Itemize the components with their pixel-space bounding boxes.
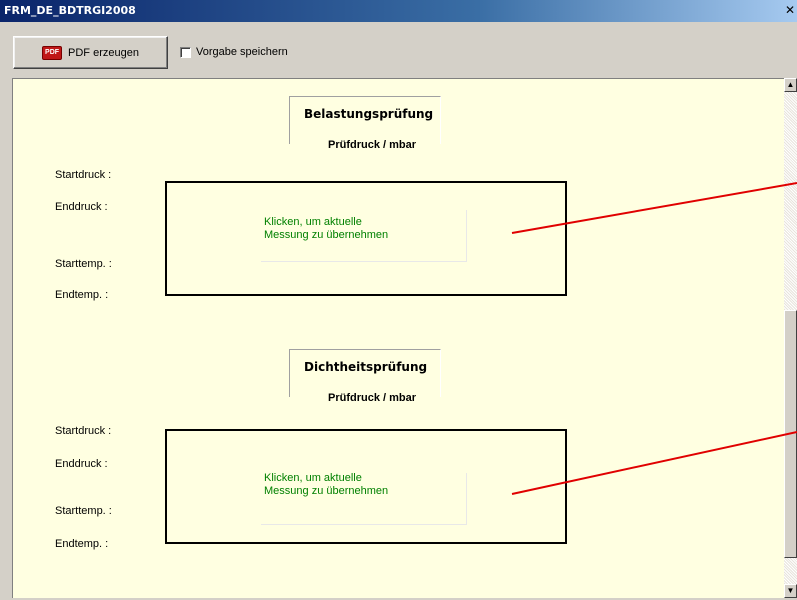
- label-enddruck: Enddruck :: [55, 458, 108, 470]
- close-icon[interactable]: ✕: [783, 2, 797, 18]
- pdf-create-button-label: PDF erzeugen: [68, 46, 139, 59]
- vertical-scrollbar[interactable]: ▲ ▼: [784, 78, 797, 598]
- scrollbar-thumb[interactable]: [784, 310, 797, 558]
- unit-label-dichtheit: Prüfdruck / mbar: [328, 392, 417, 404]
- measurement-hint-line1: Klicken, um aktuelle: [264, 472, 362, 484]
- section-title-belastung: Belastungsprüfung: [304, 107, 434, 121]
- measurement-box-dichtheit[interactable]: Klicken, um aktuelle Messung zu übernehm…: [165, 429, 567, 544]
- section-title-dichtheit: Dichtheitsprüfung: [304, 360, 428, 374]
- toolbar: PDF PDF erzeugen Vorgabe speichern: [0, 22, 797, 78]
- label-starttemp: Starttemp. :: [55, 258, 112, 270]
- unit-label-belastung: Prüfdruck / mbar: [328, 139, 417, 151]
- measurement-hint-belastung[interactable]: Klicken, um aktuelle Messung zu übernehm…: [264, 216, 444, 242]
- label-starttemp: Starttemp. :: [55, 505, 112, 517]
- scroll-up-arrow-icon[interactable]: ▲: [784, 78, 797, 92]
- label-enddruck: Enddruck :: [55, 201, 108, 213]
- form-content-area: Belastungsprüfung Prüfdruck / mbar Start…: [12, 78, 784, 598]
- measurement-hint-line1: Klicken, um aktuelle: [264, 216, 362, 228]
- measurement-hint-line2: Messung zu übernehmen: [264, 229, 389, 241]
- measurement-hint-line2: Messung zu übernehmen: [264, 485, 389, 497]
- pdf-create-button[interactable]: PDF PDF erzeugen: [13, 36, 168, 69]
- label-endtemp: Endtemp. :: [55, 289, 109, 301]
- window-title: FRM_DE_BDTRGI2008: [4, 4, 136, 17]
- label-startdruck: Startdruck :: [55, 169, 112, 181]
- measurement-hint-dichtheit[interactable]: Klicken, um aktuelle Messung zu übernehm…: [264, 472, 444, 498]
- window-titlebar: FRM_DE_BDTRGI2008 ✕: [0, 0, 797, 22]
- save-default-checkbox[interactable]: [180, 46, 191, 58]
- label-startdruck: Startdruck :: [55, 425, 112, 437]
- label-endtemp: Endtemp. :: [55, 538, 109, 550]
- pdf-icon: PDF: [42, 45, 63, 60]
- scroll-down-arrow-icon[interactable]: ▼: [784, 584, 797, 598]
- measurement-box-belastung[interactable]: Klicken, um aktuelle Messung zu übernehm…: [165, 181, 567, 296]
- save-default-option[interactable]: Vorgabe speichern: [180, 46, 288, 58]
- save-default-label: Vorgabe speichern: [196, 46, 288, 58]
